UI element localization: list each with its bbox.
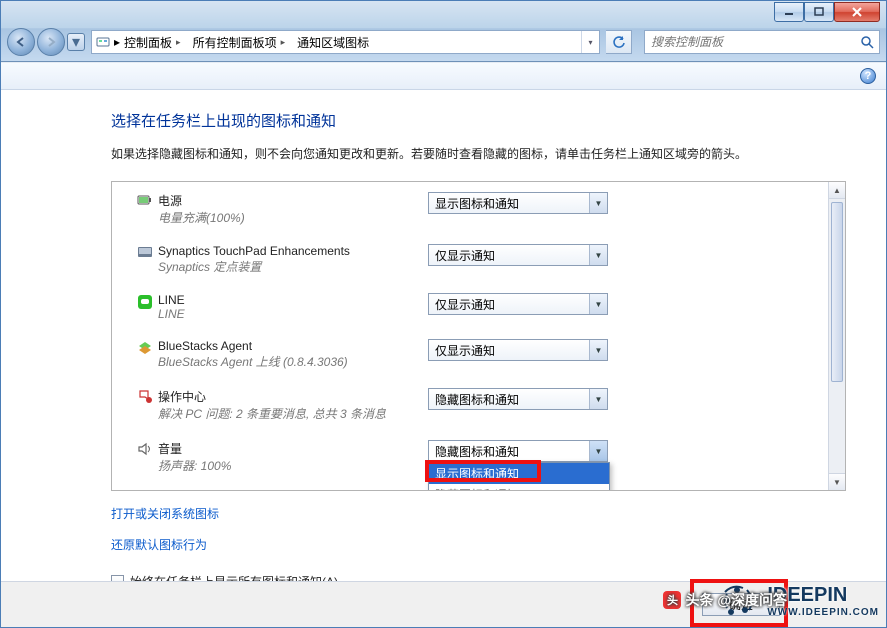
row-subtitle: 电量充满(100%) bbox=[158, 209, 428, 226]
scrollbar-vertical[interactable]: ▲ ▼ bbox=[828, 182, 845, 490]
bluestacks-icon bbox=[132, 339, 158, 356]
help-icon[interactable]: ? bbox=[860, 68, 876, 84]
search-input[interactable] bbox=[645, 35, 855, 49]
row-subtitle: LINE bbox=[158, 307, 428, 321]
page-description: 如果选择隐藏图标和通知，则不会向您通知更改和更新。若要随时查看隐藏的图标，请单击… bbox=[111, 145, 846, 163]
chevron-down-icon: ▼ bbox=[589, 389, 607, 409]
combobox-value: 隐藏图标和通知 bbox=[429, 391, 589, 408]
window-frame: ▾ ▸ 控制面板▸ 所有控制面板项▸ 通知区域图标 ▾ bbox=[0, 0, 887, 628]
back-button[interactable] bbox=[7, 28, 35, 56]
combobox-value: 仅显示通知 bbox=[429, 342, 589, 359]
watermark-toutiao: 头 头条 @深度问答 bbox=[663, 590, 787, 610]
chevron-down-icon: ▼ bbox=[589, 294, 607, 314]
list-row: BlueStacks Agent BlueStacks Agent 上线 (0.… bbox=[132, 339, 818, 370]
restore-defaults-link[interactable]: 还原默认图标行为 bbox=[111, 536, 207, 553]
search-box[interactable] bbox=[644, 30, 880, 54]
action-center-icon bbox=[132, 388, 158, 405]
control-panel-icon bbox=[92, 36, 114, 48]
content-area: 选择在任务栏上出现的图标和通知 如果选择隐藏图标和通知，则不会向您通知更改和更新… bbox=[1, 90, 886, 594]
row-title: Synaptics TouchPad Enhancements bbox=[158, 244, 428, 258]
behavior-dropdown-list: 显示图标和通知 隐藏图标和通知 仅显示通知 bbox=[428, 462, 610, 490]
maximize-button[interactable] bbox=[804, 2, 834, 22]
row-subtitle: 扬声器: 100% bbox=[158, 457, 428, 474]
line-app-icon bbox=[132, 293, 158, 310]
icon-list-panel: 电源 电量充满(100%) 显示图标和通知 ▼ bbox=[111, 181, 846, 491]
chevron-down-icon: ▼ bbox=[589, 340, 607, 360]
refresh-button[interactable] bbox=[606, 30, 632, 54]
volume-icon bbox=[132, 440, 158, 457]
list-row: 操作中心 解决 PC 问题: 2 条重要消息, 总共 3 条消息 隐藏图标和通知… bbox=[132, 388, 818, 422]
combobox-value: 仅显示通知 bbox=[429, 296, 589, 313]
row-subtitle: Synaptics 定点装置 bbox=[158, 258, 428, 275]
row-subtitle: BlueStacks Agent 上线 (0.8.4.3036) bbox=[158, 353, 428, 370]
dropdown-option[interactable]: 隐藏图标和通知 bbox=[429, 484, 609, 490]
behavior-combobox[interactable]: 仅显示通知 ▼ bbox=[428, 293, 608, 315]
combobox-value: 隐藏图标和通知 bbox=[429, 443, 589, 460]
combobox-value: 仅显示通知 bbox=[429, 247, 589, 264]
minimize-button[interactable] bbox=[774, 2, 804, 22]
behavior-combobox[interactable]: 仅显示通知 ▼ bbox=[428, 244, 608, 266]
list-row: 电源 电量充满(100%) 显示图标和通知 ▼ bbox=[132, 192, 818, 226]
breadcrumb-mid[interactable]: 所有控制面板项 bbox=[193, 34, 277, 51]
list-row: LINE LINE 仅显示通知 ▼ bbox=[132, 293, 818, 321]
system-icons-link[interactable]: 打开或关闭系统图标 bbox=[111, 505, 219, 522]
row-title: 操作中心 bbox=[158, 388, 428, 405]
address-bar[interactable]: ▸ 控制面板▸ 所有控制面板项▸ 通知区域图标 ▾ bbox=[91, 30, 600, 54]
chevron-down-icon: ▼ bbox=[589, 245, 607, 265]
list-row: Synaptics TouchPad Enhancements Synaptic… bbox=[132, 244, 818, 275]
chevron-down-icon: ▼ bbox=[589, 193, 607, 213]
row-title: 音量 bbox=[158, 440, 428, 457]
behavior-combobox[interactable]: 隐藏图标和通知 ▼ bbox=[428, 388, 608, 410]
behavior-combobox[interactable]: 仅显示通知 ▼ bbox=[428, 339, 608, 361]
behavior-combobox[interactable]: 隐藏图标和通知 ▼ 显示图标和通知 隐藏图标和通知 仅显示通知 bbox=[428, 440, 608, 462]
dropdown-option[interactable]: 显示图标和通知 bbox=[429, 463, 609, 484]
toutiao-icon: 头 bbox=[663, 591, 681, 609]
titlebar: ▾ ▸ 控制面板▸ 所有控制面板项▸ 通知区域图标 ▾ bbox=[1, 1, 886, 62]
touchpad-icon bbox=[132, 244, 158, 259]
row-title: BlueStacks Agent bbox=[158, 339, 428, 353]
history-dropdown-button[interactable]: ▾ bbox=[67, 33, 85, 51]
row-subtitle: 解决 PC 问题: 2 条重要消息, 总共 3 条消息 bbox=[158, 405, 428, 422]
row-title: 电源 bbox=[158, 192, 428, 209]
row-title: LINE bbox=[158, 293, 428, 307]
scroll-up-button[interactable]: ▲ bbox=[829, 182, 845, 199]
chevron-right-icon: ▸ bbox=[172, 37, 185, 48]
toolbar-strip: ? bbox=[1, 62, 886, 90]
scroll-thumb[interactable] bbox=[831, 202, 843, 382]
chevron-down-icon: ▼ bbox=[589, 441, 607, 461]
combobox-value: 显示图标和通知 bbox=[429, 195, 589, 212]
behavior-combobox[interactable]: 显示图标和通知 ▼ bbox=[428, 192, 608, 214]
breadcrumb-root[interactable]: 控制面板 bbox=[124, 34, 172, 51]
search-icon[interactable] bbox=[855, 35, 879, 49]
page-title: 选择在任务栏上出现的图标和通知 bbox=[111, 110, 846, 131]
address-dropdown-button[interactable]: ▾ bbox=[581, 31, 599, 53]
chevron-right-icon: ▸ bbox=[277, 37, 290, 48]
scroll-down-button[interactable]: ▼ bbox=[829, 473, 845, 490]
battery-icon bbox=[132, 192, 158, 207]
list-row: 音量 扬声器: 100% 隐藏图标和通知 ▼ 显示图标和通知 隐藏图标和通知 仅… bbox=[132, 440, 818, 474]
forward-button[interactable] bbox=[37, 28, 65, 56]
breadcrumb-leaf[interactable]: 通知区域图标 bbox=[297, 34, 369, 51]
close-button[interactable] bbox=[834, 2, 880, 22]
